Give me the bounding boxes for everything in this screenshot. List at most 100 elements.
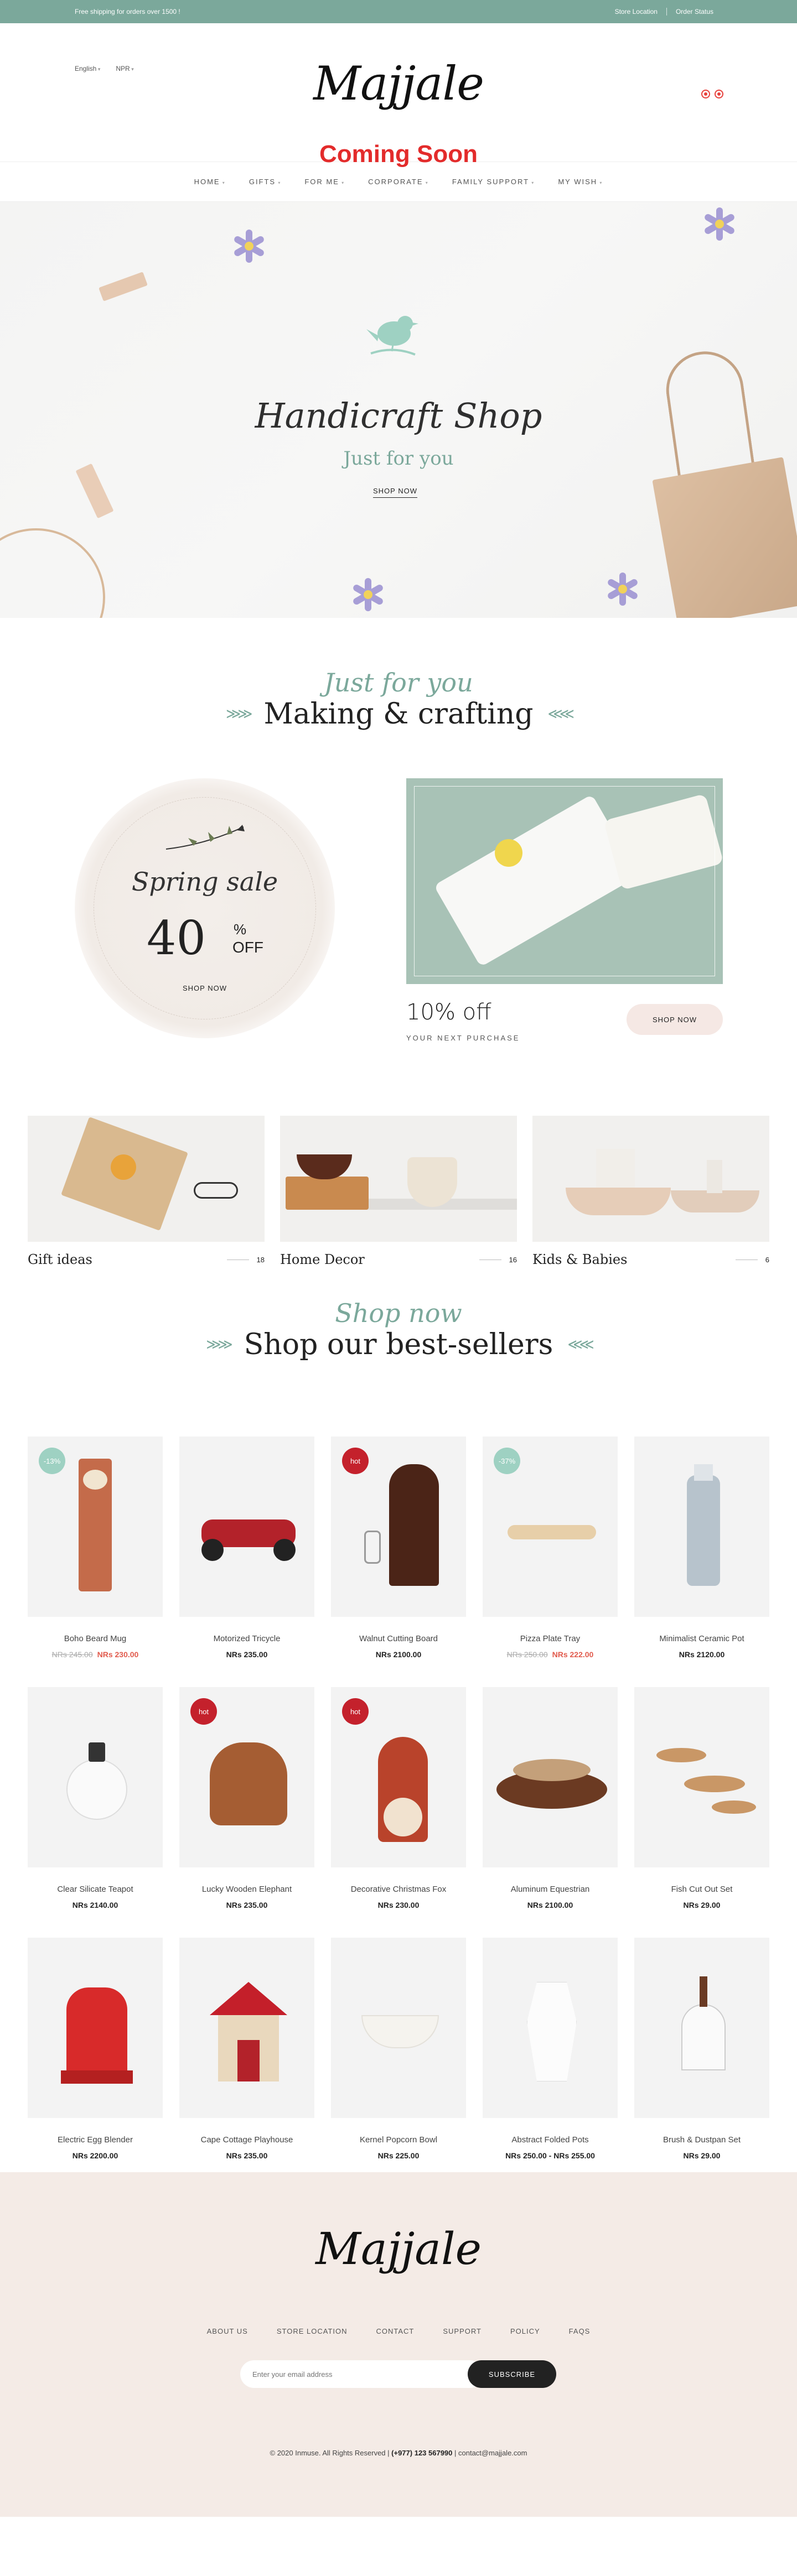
product-badge: hot bbox=[342, 1448, 369, 1474]
product-card[interactable]: Fish Cut Out Set NRs 29.00 bbox=[634, 1687, 769, 1909]
product-card[interactable]: Motorized Tricycle NRs 235.00 bbox=[179, 1437, 314, 1659]
section-title: ≫≫ Making & crafting ≪≪ bbox=[226, 698, 575, 731]
product-card[interactable]: Kernel Popcorn Bowl NRs 225.00 bbox=[331, 1938, 466, 2160]
nav-gifts[interactable]: GIFTS bbox=[249, 178, 282, 186]
product-name[interactable]: Minimalist Ceramic Pot bbox=[634, 1634, 769, 1643]
nav-my-wish[interactable]: MY WISH bbox=[558, 178, 603, 186]
spring-shop-now-button[interactable]: SHOP NOW bbox=[75, 984, 335, 992]
footer-link-support[interactable]: SUPPORT bbox=[443, 2327, 482, 2335]
product-name[interactable]: Clear Silicate Teapot bbox=[28, 1885, 163, 1894]
account-icon[interactable] bbox=[701, 90, 710, 98]
product-price-value: NRs 235.00 bbox=[226, 1901, 268, 1909]
product-card[interactable]: Clear Silicate Teapot NRs 2140.00 bbox=[28, 1687, 163, 1909]
product-image[interactable]: -13% bbox=[28, 1437, 163, 1617]
product-name[interactable]: Boho Beard Mug bbox=[28, 1634, 163, 1643]
category-count: 16 bbox=[479, 1256, 517, 1264]
product-price-value: NRs 230.00 bbox=[377, 1901, 420, 1909]
category-card[interactable]: Kids & Babies 6 bbox=[532, 1116, 769, 1267]
product-name[interactable]: Lucky Wooden Elephant bbox=[179, 1885, 314, 1894]
nav-for-me[interactable]: FOR ME bbox=[304, 178, 345, 186]
category-count: 18 bbox=[227, 1256, 265, 1264]
product-name[interactable]: Kernel Popcorn Bowl bbox=[331, 2135, 466, 2145]
product-card[interactable]: Brush & Dustpan Set NRs 29.00 bbox=[634, 1938, 769, 2160]
product-name[interactable]: Aluminum Equestrian bbox=[483, 1885, 618, 1894]
product-card[interactable]: -37% Pizza Plate Tray NRs 250.00 NRs 222.00 bbox=[483, 1437, 618, 1659]
subscribe-button[interactable]: SUBSCRIBE bbox=[468, 2360, 556, 2388]
product-price: NRs 2100.00 bbox=[483, 1901, 618, 1909]
newsletter-email-input[interactable] bbox=[240, 2360, 484, 2388]
product-name[interactable]: Pizza Plate Tray bbox=[483, 1634, 618, 1643]
product-image[interactable]: -37% bbox=[483, 1437, 618, 1617]
product-image[interactable] bbox=[634, 1437, 769, 1617]
footer-link-contact[interactable]: CONTACT bbox=[376, 2327, 415, 2335]
product-badge: -37% bbox=[494, 1448, 520, 1474]
product-card[interactable]: hot Decorative Christmas Fox NRs 230.00 bbox=[331, 1687, 466, 1909]
offer-image[interactable] bbox=[406, 778, 724, 984]
spring-sale-off: OFF bbox=[232, 939, 263, 956]
product-image[interactable] bbox=[179, 1938, 314, 2118]
nav-home[interactable]: HOME bbox=[194, 178, 226, 186]
nav-corporate[interactable]: CORPORATE bbox=[368, 178, 429, 186]
product-image[interactable] bbox=[179, 1437, 314, 1617]
cart-icon[interactable] bbox=[715, 90, 723, 98]
product-image[interactable] bbox=[483, 1938, 618, 2118]
footer-link-policy[interactable]: POLICY bbox=[510, 2327, 540, 2335]
product-image[interactable] bbox=[634, 1687, 769, 1867]
category-name[interactable]: Gift ideas bbox=[28, 1252, 92, 1267]
site-header: English NPR Majjale Coming Soon bbox=[0, 23, 797, 168]
spring-sale-percent: 40 bbox=[147, 911, 206, 965]
product-name[interactable]: Fish Cut Out Set bbox=[634, 1885, 769, 1894]
category-image[interactable] bbox=[280, 1116, 517, 1242]
leaf-icon: ≪≪ bbox=[547, 706, 575, 722]
order-status-link[interactable]: Order Status bbox=[667, 8, 722, 15]
footer-logo[interactable]: Majjale bbox=[0, 2223, 797, 2275]
product-name[interactable]: Motorized Tricycle bbox=[179, 1634, 314, 1643]
footer-link-store-location[interactable]: STORE LOCATION bbox=[277, 2327, 348, 2335]
product-card[interactable]: hot Lucky Wooden Elephant NRs 235.00 bbox=[179, 1687, 314, 1909]
product-card[interactable]: Aluminum Equestrian NRs 2100.00 bbox=[483, 1687, 618, 1909]
product-image[interactable] bbox=[634, 1938, 769, 2118]
footer-phone: (+977) 123 567990 bbox=[391, 2449, 453, 2457]
hero-shop-now-button[interactable]: SHOP NOW bbox=[373, 487, 417, 498]
product-price: NRs 2140.00 bbox=[28, 1901, 163, 1909]
category-card[interactable]: Home Decor 16 bbox=[280, 1116, 517, 1267]
product-card[interactable]: -13% Boho Beard Mug NRs 245.00 NRs 230.00 bbox=[28, 1437, 163, 1659]
offer-title: 10% off bbox=[406, 1000, 491, 1025]
product-card[interactable]: Abstract Folded Pots NRs 250.00 - NRs 255… bbox=[483, 1938, 618, 2160]
product-card[interactable]: Minimalist Ceramic Pot NRs 2120.00 bbox=[634, 1437, 769, 1659]
store-location-link[interactable]: Store Location bbox=[606, 8, 666, 15]
product-badge: hot bbox=[190, 1698, 217, 1725]
product-name[interactable]: Cape Cottage Playhouse bbox=[179, 2135, 314, 2145]
product-card[interactable]: Cape Cottage Playhouse NRs 235.00 bbox=[179, 1938, 314, 2160]
product-price-value: NRs 29.00 bbox=[683, 2151, 721, 2160]
product-price: NRs 2120.00 bbox=[634, 1650, 769, 1659]
product-name[interactable]: Walnut Cutting Board bbox=[331, 1634, 466, 1643]
product-image[interactable]: hot bbox=[331, 1687, 466, 1867]
product-image[interactable]: hot bbox=[331, 1437, 466, 1617]
footer-link-about-us[interactable]: ABOUT US bbox=[207, 2327, 248, 2335]
category-card[interactable]: Gift ideas 18 bbox=[28, 1116, 265, 1267]
category-image[interactable] bbox=[532, 1116, 769, 1242]
category-name[interactable]: Kids & Babies bbox=[532, 1252, 627, 1267]
product-name[interactable]: Brush & Dustpan Set bbox=[634, 2135, 769, 2145]
product-name[interactable]: Abstract Folded Pots bbox=[483, 2135, 618, 2145]
product-price: NRs 225.00 bbox=[331, 2151, 466, 2160]
product-card[interactable]: hot Walnut Cutting Board NRs 2100.00 bbox=[331, 1437, 466, 1659]
product-name[interactable]: Decorative Christmas Fox bbox=[331, 1885, 466, 1894]
product-image[interactable] bbox=[331, 1938, 466, 2118]
offer-shop-now-button[interactable]: SHOP NOW bbox=[627, 1004, 723, 1035]
nav-family-support[interactable]: FAMILY SUPPORT bbox=[452, 178, 535, 186]
product-name[interactable]: Electric Egg Blender bbox=[28, 2135, 163, 2145]
product-image[interactable]: hot bbox=[179, 1687, 314, 1867]
product-card[interactable]: Electric Egg Blender NRs 2200.00 bbox=[28, 1938, 163, 2160]
category-name[interactable]: Home Decor bbox=[280, 1252, 365, 1267]
site-logo[interactable]: Majjale bbox=[0, 56, 797, 111]
product-image[interactable] bbox=[28, 1938, 163, 2118]
footer-contact: | contact@majjale.com bbox=[454, 2449, 527, 2457]
twine-decoration bbox=[0, 528, 105, 618]
product-image[interactable] bbox=[28, 1687, 163, 1867]
product-image[interactable] bbox=[483, 1687, 618, 1867]
category-image[interactable] bbox=[28, 1116, 265, 1242]
footer-link-faqs[interactable]: FAQS bbox=[569, 2327, 591, 2335]
spring-sale-card[interactable]: Spring sale 40 % OFF SHOP NOW bbox=[75, 778, 335, 1038]
